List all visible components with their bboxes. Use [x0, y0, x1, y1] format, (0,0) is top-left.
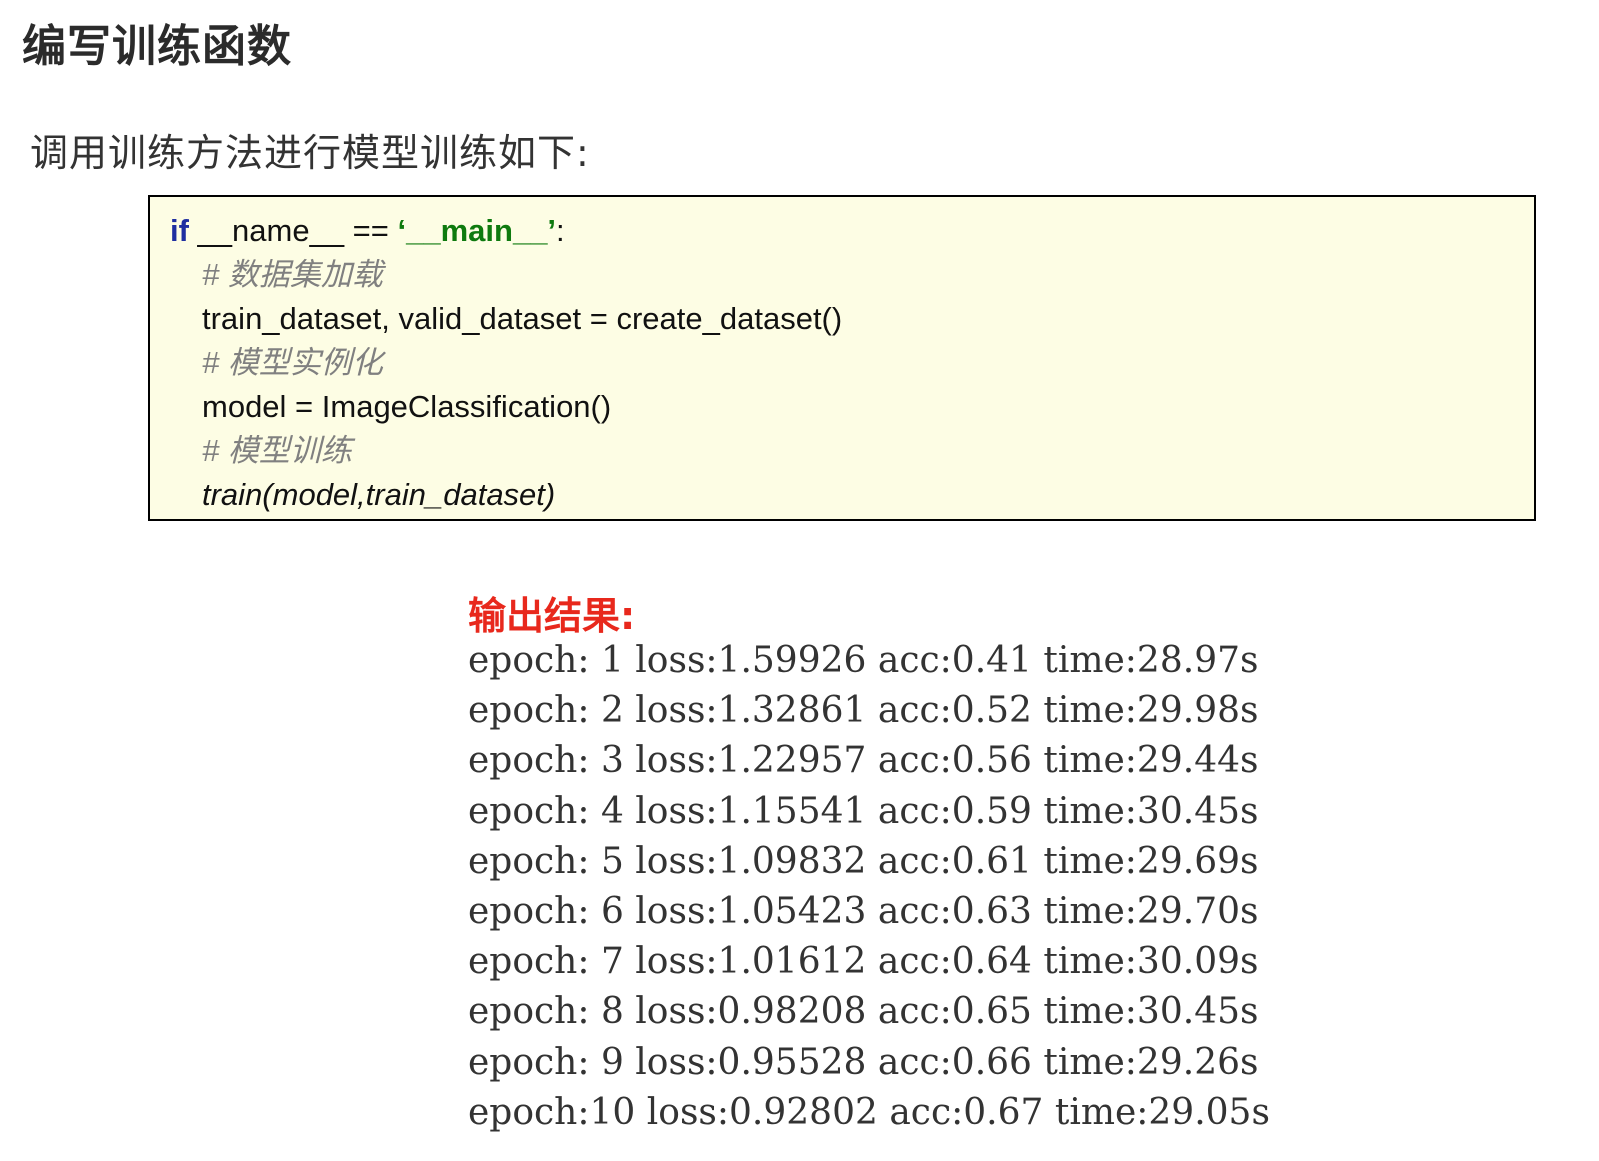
output-label: 输出结果: — [468, 594, 636, 638]
code-colon: : — [556, 213, 565, 248]
output-line: epoch: 7 loss:1.01612 acc:0.64 time:30.0… — [468, 941, 1259, 983]
intro-text: 调用训练方法进行模型训练如下: — [30, 131, 590, 175]
output-line: epoch: 1 loss:1.59926 acc:0.41 time:28.9… — [468, 640, 1259, 681]
code-line-train: train(model,train_dataset) — [202, 477, 556, 512]
output-line: epoch: 2 loss:1.32861 acc:0.52 time:29.9… — [468, 690, 1259, 732]
output-log: epoch: 1 loss:1.59926 acc:0.41 time:28.9… — [468, 636, 1270, 1138]
output-line: epoch: 9 loss:0.95528 acc:0.66 time:29.2… — [468, 1041, 1259, 1083]
code-line-model: model = ImageClassification() — [202, 389, 612, 424]
output-line: epoch:10 loss:0.92802 acc:0.67 time:29.0… — [468, 1091, 1270, 1133]
output-line: epoch: 5 loss:1.09832 acc:0.61 time:29.6… — [468, 840, 1259, 882]
code-comment-dataset: # 数据集加载 — [202, 257, 383, 292]
code-string-main: ‘__main__’ — [397, 213, 557, 248]
code-comment-train: # 模型训练 — [202, 433, 352, 468]
code-keyword-if: if — [170, 213, 189, 248]
code-name-compare: __name__ == — [188, 213, 398, 248]
page-title: 编写训练函数 — [22, 21, 292, 72]
code-line-create-dataset: train_dataset, valid_dataset = create_da… — [202, 301, 843, 336]
code-line-if: if __name__ == ‘__main__’: — [170, 209, 1534, 253]
output-line: epoch: 3 loss:1.22957 acc:0.56 time:29.4… — [468, 740, 1259, 782]
code-block: if __name__ == ‘__main__’: # 数据集加载 train… — [148, 195, 1536, 521]
output-line: epoch: 6 loss:1.05423 acc:0.63 time:29.7… — [468, 890, 1259, 932]
output-line: epoch: 4 loss:1.15541 acc:0.59 time:30.4… — [468, 790, 1259, 832]
code-comment-model: # 模型实例化 — [202, 345, 383, 380]
output-line: epoch: 8 loss:0.98208 acc:0.65 time:30.4… — [468, 991, 1259, 1033]
